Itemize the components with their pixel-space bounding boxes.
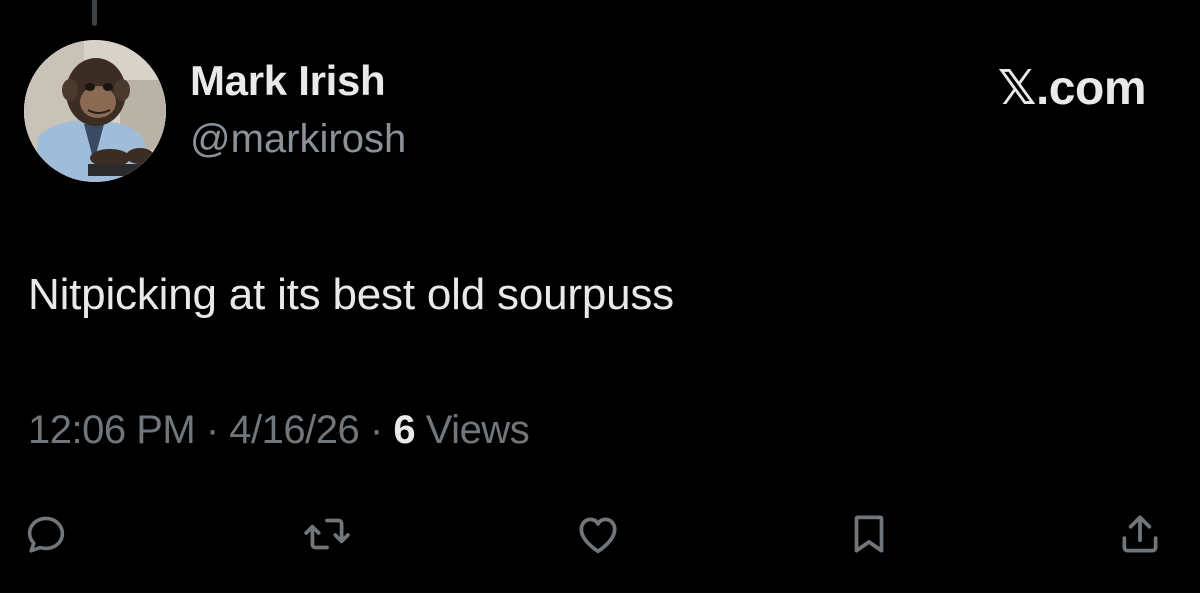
- meta-separator: ·: [205, 408, 219, 452]
- share-upload-icon: [1122, 515, 1158, 553]
- chimpanzee-avatar-image: [24, 40, 166, 182]
- tweet-time[interactable]: 12:06 PM: [28, 408, 196, 452]
- bookmark-icon: [854, 515, 884, 553]
- speech-bubble-icon: [27, 516, 65, 553]
- thread-connector-line: [92, 0, 97, 26]
- bookmark-button[interactable]: [843, 508, 895, 560]
- like-button[interactable]: [572, 508, 624, 560]
- avatar[interactable]: [24, 40, 166, 182]
- tweet-date[interactable]: 4/16/26: [229, 408, 359, 452]
- author-handle[interactable]: @markirosh: [190, 117, 406, 162]
- x-com-watermark: 𝕏.com: [997, 62, 1147, 115]
- share-button[interactable]: [1114, 508, 1166, 560]
- reply-button[interactable]: [20, 508, 72, 560]
- views-label: Views: [425, 408, 530, 452]
- author-display-name[interactable]: Mark Irish: [190, 57, 386, 105]
- meta-separator: ·: [369, 408, 383, 452]
- tweet-metadata: 12:06 PM · 4/16/26 · 6 Views: [28, 408, 530, 453]
- tweet-text: Nitpicking at its best old sourpuss: [28, 270, 674, 319]
- tweet-action-bar: [0, 508, 1200, 560]
- heart-icon: [579, 517, 617, 554]
- views-count: 6: [393, 408, 416, 452]
- repost-arrows-icon: [304, 518, 350, 550]
- repost-button[interactable]: [301, 508, 353, 560]
